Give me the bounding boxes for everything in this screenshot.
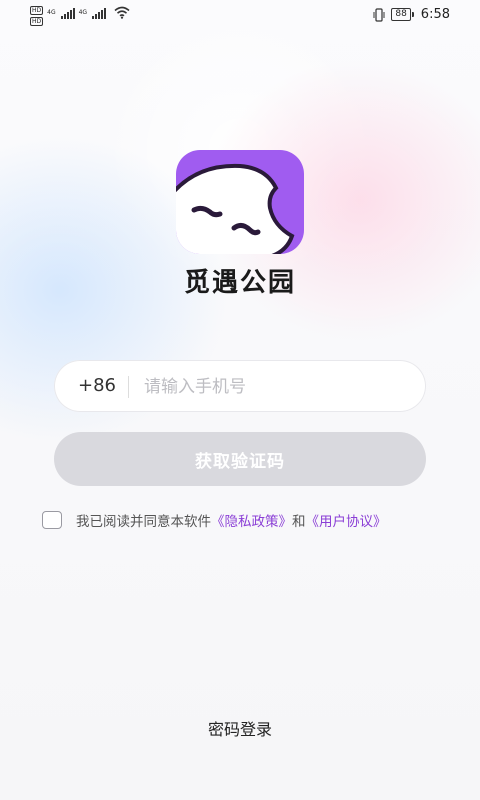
user-agreement-link[interactable]: 《用户协议》 [306,514,387,530]
phone-input-container: +86 [54,360,426,414]
signal-icon [92,8,107,19]
network-type-label: 4G [47,9,56,16]
app-name: 觅遇公园 [183,268,296,298]
wifi-icon [114,6,130,19]
agreement-checkbox[interactable] [42,511,62,529]
status-bar: HD HD 4G 4G 88 6:58 [0,0,480,32]
agreement-text: 我已阅读并同意本软件《隐私政策》和《用户协议》 [76,510,387,530]
password-login-link[interactable]: 密码登录 [0,716,480,740]
phone-input[interactable] [142,360,406,414]
hd-badge: HD [30,17,44,26]
agreement-row: 我已阅读并同意本软件《隐私政策》和《用户协议》 [42,510,387,530]
battery-icon: 88 [391,8,415,21]
app-logo [176,150,304,254]
divider [128,376,129,398]
agreement-and: 和 [292,514,306,530]
network-type-label: 4G [78,9,88,16]
hd-badge: HD [30,6,44,15]
agreement-prefix: 我已阅读并同意本软件 [76,514,211,530]
country-code-selector[interactable]: +86 [78,360,116,412]
privacy-policy-link[interactable]: 《隐私政策》 [211,514,292,530]
vibrate-icon [373,7,385,22]
get-code-button[interactable]: 获取验证码 [54,432,426,486]
status-time: 6:58 [420,7,450,22]
signal-icon [60,8,75,19]
